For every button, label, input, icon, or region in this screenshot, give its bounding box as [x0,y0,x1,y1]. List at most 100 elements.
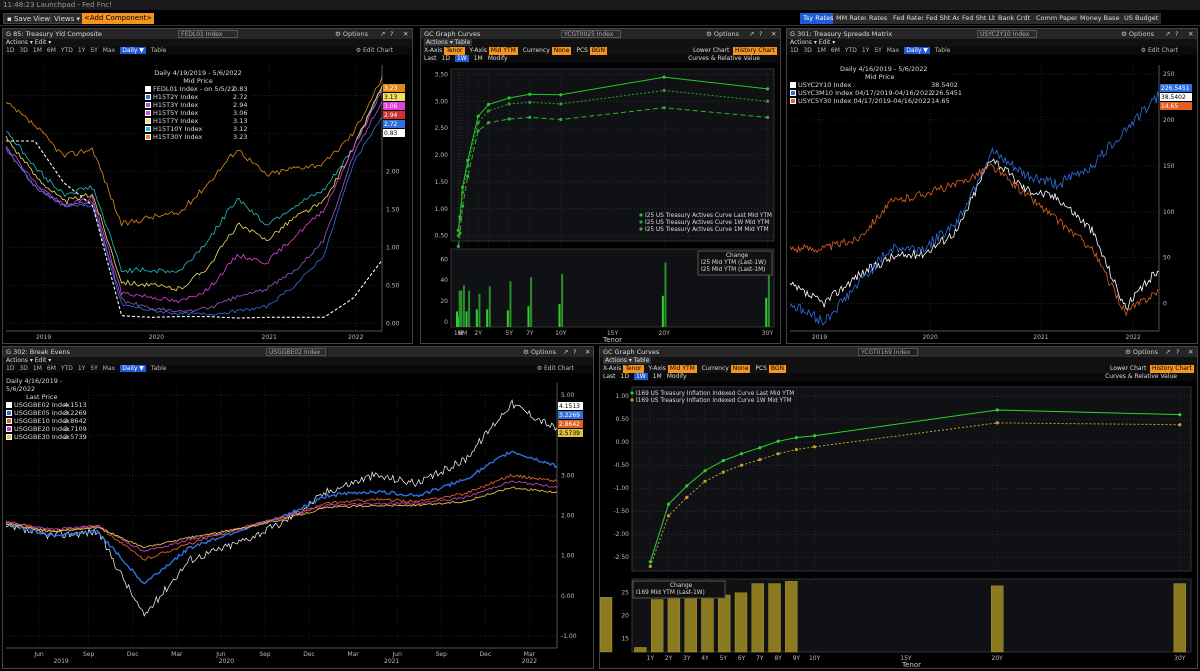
curve-point[interactable] [703,479,707,483]
curve-point[interactable] [703,469,707,473]
change-bar[interactable] [718,594,731,653]
popout-icon[interactable]: ↗ [380,29,385,39]
curve-period-1w[interactable]: 1W [454,55,469,62]
change-bar[interactable] [661,295,664,327]
close-icon[interactable]: ✕ [771,29,776,39]
curve-point[interactable] [685,495,689,499]
curve-point[interactable] [666,514,671,518]
curve-point[interactable] [776,439,780,443]
change-bar[interactable] [991,585,1004,653]
curve-point[interactable] [1178,423,1182,427]
period-ytd[interactable]: YTD [845,47,857,54]
save-view-button[interactable]: ▪ Save View [3,13,55,24]
period-1m[interactable]: 1M [33,47,42,54]
edit-chart-button[interactable]: ⚙ Edit Chart [537,365,574,373]
curve-point[interactable] [648,564,652,568]
curve-period-1m[interactable]: 1M [653,373,662,380]
curve-point[interactable] [739,452,744,456]
edit-chart-button[interactable]: ⚙ Edit Chart [1141,47,1178,55]
period-1d[interactable]: 1D [790,47,798,54]
change-bar[interactable] [506,310,509,327]
lower-chart-select[interactable]: History Chart [1150,365,1194,373]
change-bar[interactable] [767,266,770,327]
period-max[interactable]: Max [103,365,115,372]
xaxis-select[interactable]: Tenor [444,47,465,55]
ticker-input[interactable]: YCGT0025 Index [561,30,621,38]
curve-period-modify[interactable]: Modify [667,373,687,380]
curve-point[interactable] [794,447,798,452]
curve-point[interactable] [507,117,511,121]
curve-period-1d[interactable]: 1D [442,55,450,62]
tab-bank-crdt[interactable]: Bank Crdt [995,13,1034,24]
currency-select[interactable]: None [730,365,751,373]
change-bar[interactable] [465,311,468,327]
options-menu[interactable]: ⚙ Options [335,29,368,39]
help-icon[interactable]: ? [390,29,393,39]
curve-point[interactable] [458,231,462,235]
period-max[interactable]: Max [103,47,115,54]
curve-period-last[interactable]: Last [603,373,616,380]
curve-point[interactable] [476,129,480,133]
period-table[interactable]: Table [151,365,167,372]
change-bar[interactable] [460,290,463,327]
curve-point[interactable] [486,109,491,113]
ticker-input[interactable]: YCGT0169 Index [858,348,918,356]
views-button[interactable]: Views ▾ [50,13,84,24]
period-daily[interactable]: Daily ▼ [904,47,930,54]
options-menu[interactable]: ⚙ Options [706,29,739,39]
help-icon[interactable]: ? [1176,347,1179,357]
popout-icon[interactable]: ↗ [1165,347,1170,357]
period-daily[interactable]: Daily ▼ [120,365,146,372]
pcs-select[interactable]: BGN [589,47,608,55]
curve-point[interactable] [1178,413,1182,417]
change-bar[interactable] [458,290,461,327]
period-table[interactable]: Table [935,47,951,54]
curve-point[interactable] [813,445,817,449]
curve-point[interactable] [456,244,460,248]
curve-point[interactable] [765,99,770,103]
period-6m[interactable]: 6M [47,47,56,54]
ticker-input[interactable]: USYC2Y10 Index [977,30,1037,38]
change-bar[interactable] [558,304,561,327]
help-icon[interactable]: ? [573,347,576,357]
period-1y[interactable]: 1Y [78,47,85,54]
period-5y[interactable]: 5Y [90,365,97,372]
curve-point[interactable] [765,115,770,119]
period-ytd[interactable]: YTD [61,47,73,54]
tab-comm-paper[interactable]: Comm Paper [1033,13,1081,24]
period-max[interactable]: Max [887,47,899,54]
curve-point[interactable] [648,560,652,564]
change-bar[interactable] [667,597,681,653]
period-1m[interactable]: 1M [33,365,42,372]
curve-point[interactable] [528,115,532,119]
tab-fed-sht-lb[interactable]: Fed Sht Lb [959,13,1000,24]
actions-menu[interactable]: Actions ▾ Edit ▾ [790,39,835,46]
change-bar[interactable] [530,277,533,327]
change-bar[interactable] [462,285,465,327]
currency-select[interactable]: None [551,47,572,55]
period-1m[interactable]: 1M [817,47,826,54]
help-icon[interactable]: ? [759,29,762,39]
options-menu[interactable]: ⚙ Options [523,347,556,357]
popout-icon[interactable]: ↗ [1165,29,1170,39]
options-menu[interactable]: ⚙ Options [1125,347,1158,357]
curve-point[interactable] [486,121,491,125]
curve-point[interactable] [466,164,470,168]
period-table[interactable]: Table [151,47,167,54]
period-6m[interactable]: 6M [47,365,56,372]
tab-mm-rates[interactable]: MM Rates [833,13,871,24]
period-1y[interactable]: 1Y [862,47,869,54]
curve-point[interactable] [813,434,817,438]
curve-point[interactable] [559,117,563,122]
lower-chart-select[interactable]: History Chart [733,47,777,55]
change-bar[interactable] [634,647,647,653]
change-bar[interactable] [468,290,471,327]
ticker-input[interactable]: FEDL01 Index [178,30,238,38]
period-1y[interactable]: 1Y [78,365,85,372]
change-bar[interactable] [561,273,564,327]
curve-point[interactable] [507,96,511,100]
change-bar[interactable] [650,599,664,653]
curve-point[interactable] [721,470,725,474]
curve-point[interactable] [662,75,666,79]
curves-relative-value[interactable]: Curves & Relative Value [1105,373,1177,381]
